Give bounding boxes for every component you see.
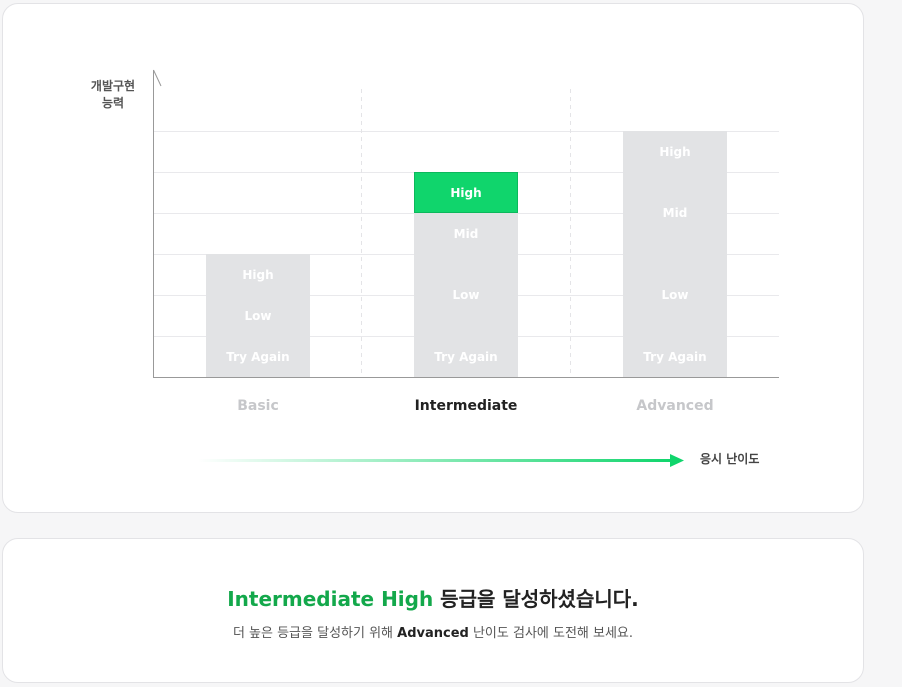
bar-segment-advanced-high: High — [623, 131, 727, 172]
desc-prefix: 더 높은 등급을 달성하기 위해 — [232, 626, 398, 641]
result-description: 더 높은 등급을 달성하기 위해 Advanced 난이도 검사에 도전해 보세… — [3, 622, 863, 641]
chart-card: 개발구현 능력 Try Again Low High Try Again Low Mid H… — [2, 3, 864, 513]
result-grade: Intermediate High — [227, 587, 434, 611]
bar-segment-advanced-low: Low — [623, 254, 727, 336]
result-card: Intermediate High 등급을 달성하셨습니다. 더 높은 등급을 … — [2, 538, 864, 683]
bar-segment-intermediate-try-again: Try Again — [414, 336, 518, 377]
desc-level: Advanced — [397, 626, 469, 641]
bar-segment-basic-try-again: Try Again — [206, 336, 310, 377]
result-title: Intermediate High 등급을 달성하셨습니다. — [3, 583, 863, 612]
result-title-suffix: 등급을 달성하셨습니다. — [433, 587, 639, 611]
bar-segment-basic-high: High — [206, 254, 310, 295]
bar-segment-intermediate-high: High — [414, 172, 518, 213]
difficulty-arrow-icon — [198, 454, 684, 467]
y-axis-tick — [153, 69, 162, 87]
bar-segment-advanced-try-again: Try Again — [623, 336, 727, 377]
bar-segment-intermediate-low: Low — [414, 254, 518, 336]
bar-segment-advanced-mid: Mid — [623, 172, 727, 254]
level-label-intermediate: Intermediate — [414, 398, 518, 414]
desc-suffix: 난이도 검사에 도전해 보세요. — [468, 626, 634, 641]
x-axis-label: 응시 난이도 — [700, 452, 760, 466]
level-label-basic: Basic — [237, 398, 279, 414]
bar-segment-basic-low: Low — [206, 295, 310, 336]
bar-segment-intermediate-mid: Mid — [414, 213, 518, 254]
level-label-advanced: Advanced — [636, 398, 714, 414]
